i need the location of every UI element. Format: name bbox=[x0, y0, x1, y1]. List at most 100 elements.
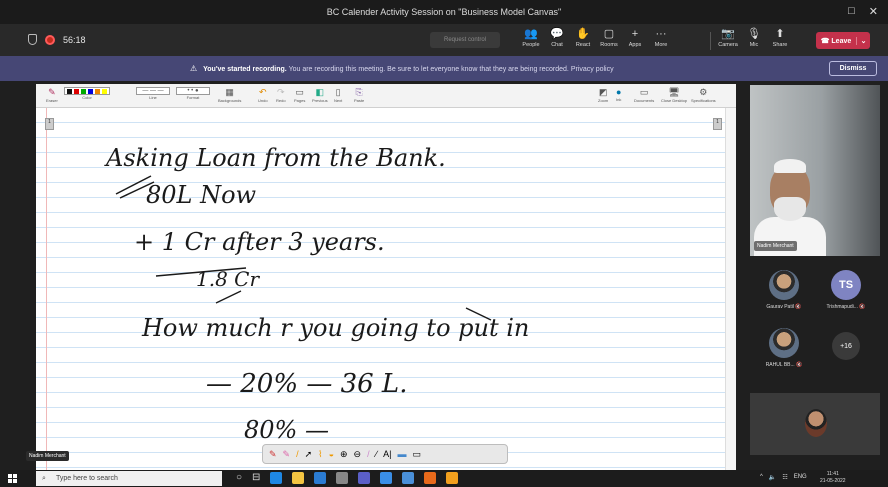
pages-icon: ▭ bbox=[295, 87, 304, 97]
specifications-button[interactable]: ⚙ Specifications bbox=[691, 87, 716, 103]
next-button[interactable]: ▯ Next bbox=[334, 87, 342, 103]
backgrounds-icon: ▦ bbox=[225, 87, 234, 97]
eraser-icon[interactable]: ◒ bbox=[329, 449, 334, 459]
store-icon[interactable] bbox=[402, 472, 415, 484]
zoom-out-icon[interactable]: ⊖ bbox=[354, 449, 362, 460]
close-button[interactable]: ✕ bbox=[869, 5, 878, 18]
note-line: 1.8 Cr bbox=[196, 267, 260, 291]
zoom-button[interactable]: ◩ Zoom bbox=[598, 87, 608, 103]
presenter-video[interactable]: Nadim Merchant bbox=[750, 85, 880, 256]
share-icon: ⬆ bbox=[775, 28, 785, 40]
pointer-icon[interactable]: ➚ bbox=[305, 449, 313, 460]
self-video-tile[interactable] bbox=[750, 393, 880, 455]
avatar: TS bbox=[831, 270, 861, 300]
chevron-up-icon[interactable]: ^ bbox=[760, 474, 763, 481]
text-icon[interactable]: A| bbox=[383, 449, 391, 459]
request-control-button[interactable]: Request control bbox=[430, 32, 500, 48]
zoom-in-icon[interactable]: ⊕ bbox=[340, 449, 348, 460]
documents-button[interactable]: ▭ Documents bbox=[634, 87, 654, 103]
handwritten-notes: Asking Loan from the Bank. 80L Now + 1 C… bbox=[104, 144, 529, 444]
toolbar-label: Share bbox=[772, 42, 788, 48]
eraser-tool[interactable]: ✎ Eraser bbox=[46, 87, 58, 103]
volume-icon[interactable]: 🔈 bbox=[769, 474, 776, 481]
task-view-icon[interactable]: ⊟ bbox=[252, 472, 260, 484]
minimize-icon[interactable]: ▭ bbox=[412, 449, 421, 460]
avatar bbox=[769, 328, 799, 358]
app-icon[interactable] bbox=[336, 472, 349, 484]
recording-icon bbox=[45, 34, 55, 45]
previous-button[interactable]: ◧ Previous bbox=[312, 87, 328, 103]
edge-icon[interactable] bbox=[270, 472, 283, 484]
mic-icon: 🎙 bbox=[747, 28, 761, 40]
mic-off-icon: 🔇 bbox=[795, 304, 802, 310]
close-desktop-button[interactable]: 🖥 Close Desktop bbox=[661, 87, 687, 103]
mail-icon[interactable] bbox=[380, 472, 393, 484]
apps-icon: + bbox=[631, 28, 639, 40]
meeting-timer: 56:18 bbox=[63, 34, 86, 45]
format-tool[interactable]: • • ● Format bbox=[176, 87, 210, 100]
documents-icon: ▭ bbox=[639, 87, 649, 97]
leave-button[interactable]: ☎ Leave ⌄ bbox=[816, 32, 870, 49]
network-icon[interactable]: ☷ bbox=[782, 474, 787, 481]
camera-button[interactable]: 📷 Camera bbox=[715, 27, 741, 48]
share-button[interactable]: ⬆ Share bbox=[767, 27, 793, 48]
word-icon[interactable] bbox=[314, 472, 327, 484]
people-button[interactable]: 👥 People bbox=[518, 27, 544, 48]
pages-button[interactable]: ▭ Pages bbox=[294, 87, 305, 103]
chat-button[interactable]: 💬 Chat bbox=[544, 27, 570, 48]
toolbar-label: Chat bbox=[551, 42, 563, 48]
redo-button[interactable]: ↷ Redo bbox=[276, 87, 286, 103]
toolbar-label: People bbox=[522, 42, 540, 48]
more-count: +16 bbox=[832, 332, 860, 360]
self-avatar bbox=[805, 409, 827, 437]
pen-red-icon[interactable]: ✎ bbox=[269, 449, 277, 460]
more-participants-button[interactable]: +16 bbox=[818, 332, 874, 364]
taskbar-search[interactable]: ⌕ Type here to search bbox=[36, 471, 222, 486]
paste-icon: ⎘ bbox=[355, 87, 363, 97]
highlighter-icon[interactable]: / bbox=[296, 449, 299, 459]
backgrounds-tool[interactable]: ▦ Backgrounds bbox=[218, 87, 241, 103]
apps-button[interactable]: + Apps bbox=[622, 27, 648, 48]
toolbar-label: Camera bbox=[718, 42, 738, 48]
more-icon: ··· bbox=[655, 28, 667, 40]
banner-bold: You've started recording. bbox=[203, 66, 287, 73]
teams-icon[interactable] bbox=[358, 472, 371, 484]
color-palette[interactable]: Color bbox=[64, 87, 110, 100]
taskbar-clock[interactable]: 11:41 21-05-2022 bbox=[820, 471, 846, 485]
chevron-down-icon[interactable]: ⌄ bbox=[856, 36, 870, 45]
react-icon: ✋ bbox=[576, 28, 590, 40]
participant-grid: Gaurav Patil 🔇 TS Trishmapudi... 🔇 RAHUL… bbox=[750, 262, 880, 382]
undo-button[interactable]: ↶ Undo bbox=[258, 87, 268, 103]
title-bar: BC Calender Activity Session on "Busines… bbox=[0, 0, 888, 24]
maximize-button[interactable]: □ bbox=[848, 5, 855, 18]
explorer-icon[interactable] bbox=[292, 472, 305, 484]
teams-meeting-window: BC Calender Activity Session on "Busines… bbox=[0, 0, 888, 487]
participant-tile[interactable]: RAHUL BB... 🔇 bbox=[756, 328, 812, 368]
chrome-icon[interactable] bbox=[446, 472, 459, 484]
lasso-icon[interactable]: ⌇ bbox=[318, 449, 322, 460]
note-line: Asking Loan from the Bank. bbox=[104, 144, 446, 172]
pen-pink-icon[interactable]: ✎ bbox=[283, 449, 291, 460]
more-button[interactable]: ··· More bbox=[648, 27, 674, 48]
cortana-icon[interactable]: ○ bbox=[236, 472, 242, 484]
language-indicator[interactable]: ENG bbox=[794, 474, 807, 481]
line-icon[interactable]: ∕ bbox=[376, 449, 378, 459]
participant-tile[interactable]: TS Trishmapudi... 🔇 bbox=[818, 270, 874, 310]
comment-icon[interactable]: ▬ bbox=[397, 449, 406, 459]
board-name-tag: Nadim Merchant bbox=[26, 451, 69, 461]
undo-icon: ↶ bbox=[259, 87, 267, 97]
ink-button[interactable]: ● Ink bbox=[616, 87, 621, 102]
mic-button[interactable]: 🎙 Mic bbox=[741, 27, 767, 48]
windows-start-button[interactable] bbox=[8, 474, 17, 483]
participant-tile[interactable]: Gaurav Patil 🔇 bbox=[756, 270, 812, 310]
firefox-icon[interactable] bbox=[424, 472, 437, 484]
react-button[interactable]: ✋ React bbox=[570, 27, 596, 48]
whiteboard[interactable]: ✎ Eraser Color — — — Line • • ● Format ▦ Bac… bbox=[36, 84, 736, 470]
banner-text: You are recording this meeting. Be sure … bbox=[288, 66, 614, 73]
line-tool[interactable]: — — — Line bbox=[136, 87, 170, 100]
ink-icon: ● bbox=[616, 87, 622, 97]
dismiss-button[interactable]: Dismiss bbox=[829, 61, 877, 76]
rooms-button[interactable]: ▢ Rooms bbox=[596, 27, 622, 48]
pencil-icon[interactable]: / bbox=[367, 449, 370, 459]
paste-button[interactable]: ⎘ Paste bbox=[354, 87, 364, 103]
